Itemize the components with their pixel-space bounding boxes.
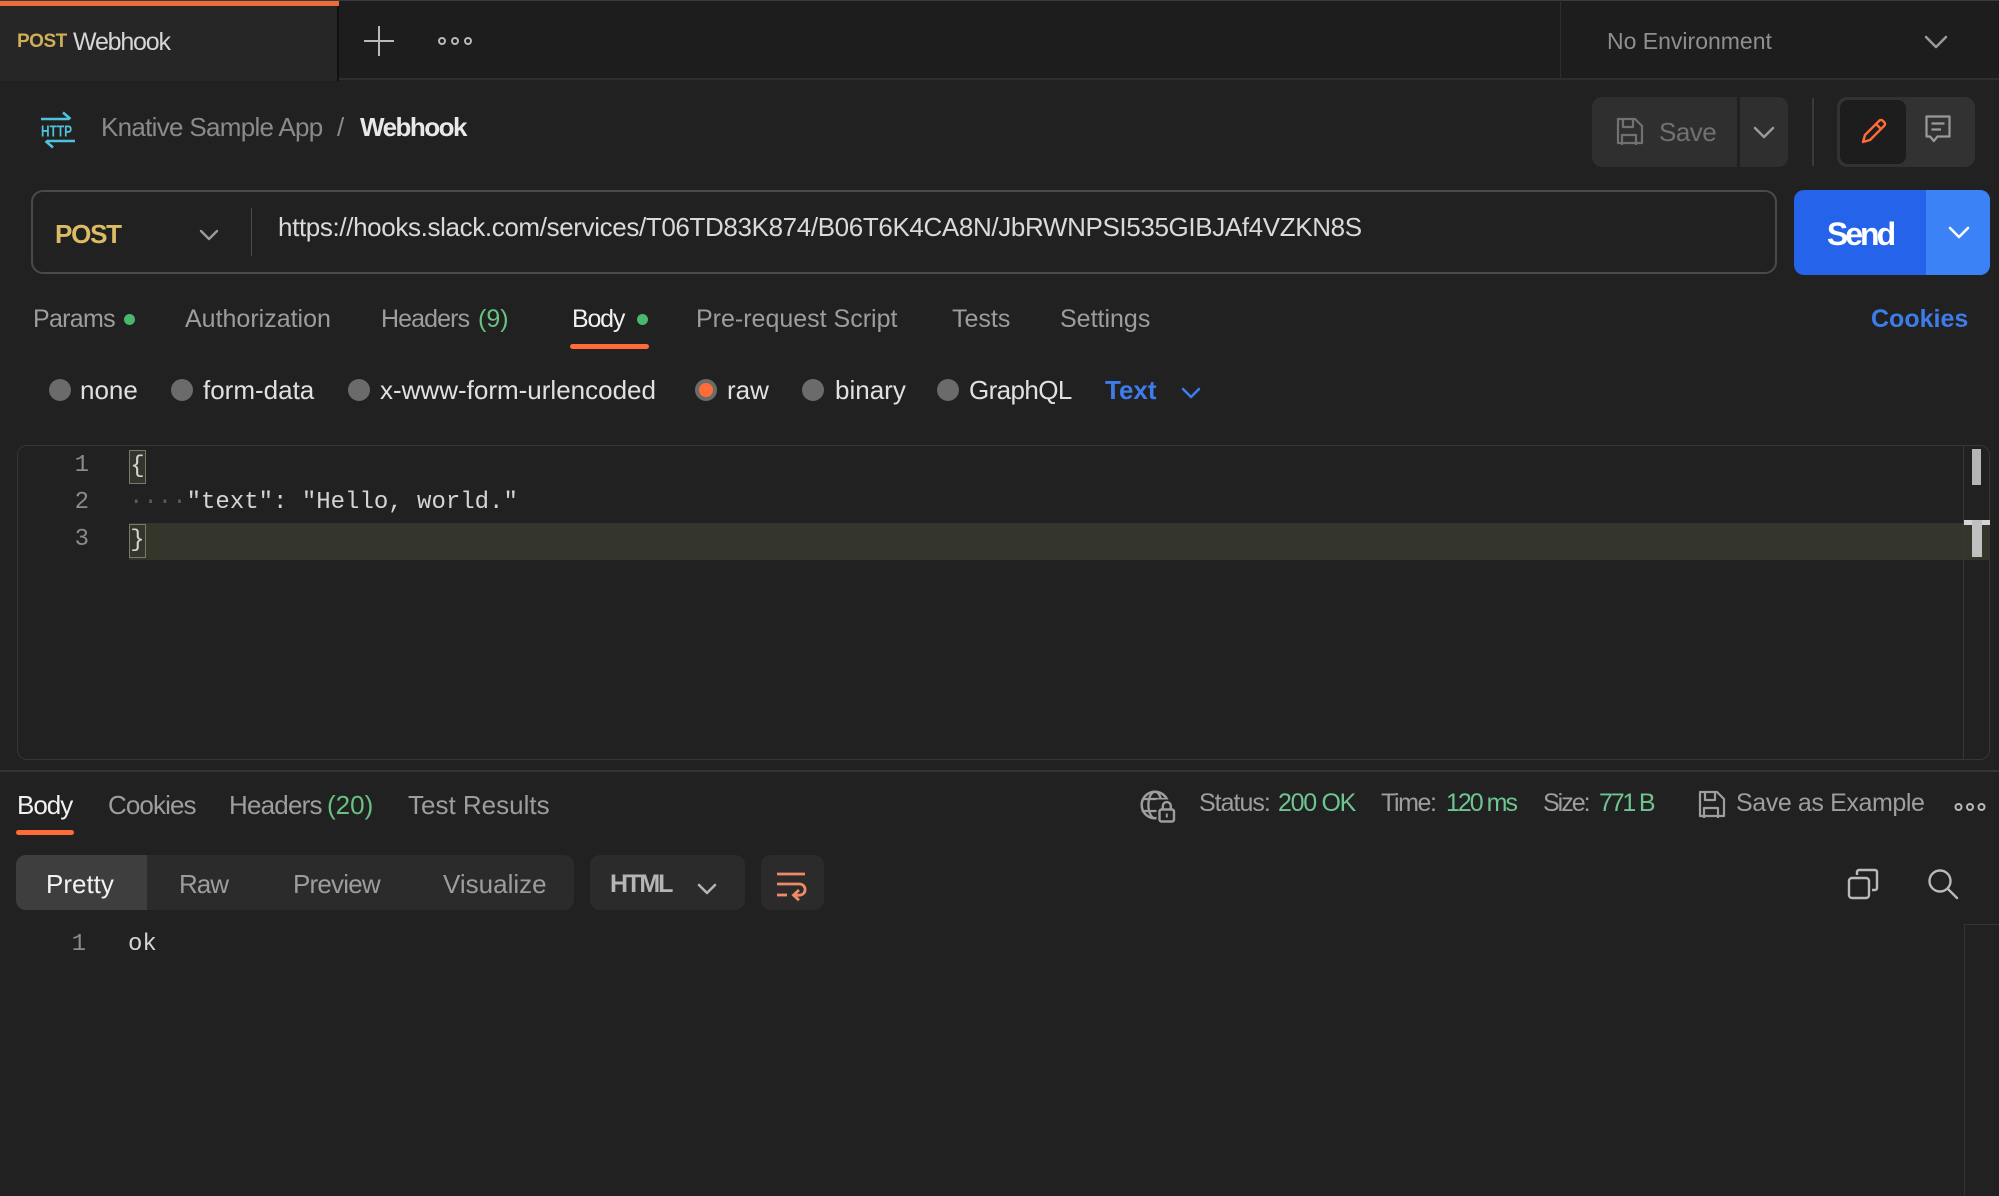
svg-text:HTTP: HTTP	[41, 124, 72, 141]
